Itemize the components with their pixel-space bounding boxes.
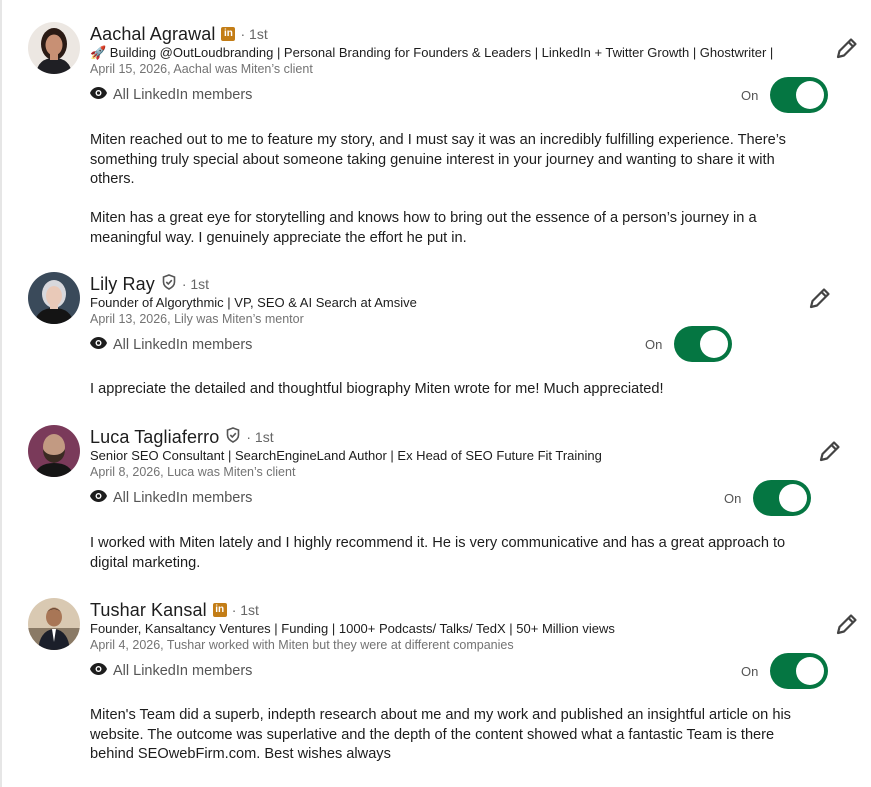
- connection-degree: · 1st: [231, 602, 259, 618]
- connection-degree: · 1st: [246, 429, 274, 445]
- recommendation-meta: April 15, 2026, Aachal was Miten’s clien…: [90, 62, 313, 76]
- recommendation-text: I worked with Miten lately and I highly …: [90, 534, 810, 573]
- recommendation-item: Luca Tagliaferro · 1st Senior SEO Consul…: [0, 410, 871, 585]
- recommendation-paragraph: Miten's Team did a superb, indepth resea…: [90, 707, 791, 762]
- pencil-icon[interactable]: [834, 611, 860, 637]
- toggle-label: On: [741, 87, 759, 103]
- recommendation-meta: April 8, 2026, Luca was Miten’s client: [90, 465, 296, 479]
- recommender-name[interactable]: Aachal Agrawal: [90, 24, 215, 45]
- recommendation-meta: April 13, 2026, Lily was Miten’s mentor: [90, 312, 304, 326]
- eye-icon: [90, 663, 107, 679]
- recommendation-item: Aachal Agrawal in · 1st 🚀 Building @OutL…: [0, 0, 871, 260]
- visibility-setting: All LinkedIn members: [90, 663, 252, 679]
- visibility-setting: All LinkedIn members: [90, 490, 252, 506]
- toggle-label: On: [741, 663, 759, 679]
- visibility-toggle: On: [645, 326, 733, 362]
- pencil-icon[interactable]: [807, 285, 833, 311]
- recommender-name[interactable]: Tushar Kansal: [90, 600, 207, 621]
- linkedin-premium-icon: in: [221, 27, 236, 41]
- visibility-toggle: On: [724, 480, 812, 516]
- recommendation-paragraph: Miten has a great eye for storytelling a…: [90, 210, 757, 246]
- recommendation-paragraph: I worked with Miten lately and I highly …: [90, 535, 786, 571]
- visibility-switch[interactable]: [674, 326, 733, 362]
- verified-icon: [161, 273, 177, 295]
- pencil-icon[interactable]: [834, 35, 860, 61]
- visibility-setting: All LinkedIn members: [90, 337, 252, 353]
- switch-knob: [796, 657, 825, 685]
- recommendation-text: Miten's Team did a superb, indepth resea…: [90, 706, 810, 765]
- name-row: Luca Tagliaferro · 1st: [90, 425, 274, 449]
- toggle-label: On: [645, 336, 663, 352]
- visibility-label: All LinkedIn members: [113, 663, 253, 679]
- recommender-headline: 🚀 Building @OutLoudbranding | Personal B…: [90, 45, 774, 60]
- switch-knob: [779, 484, 808, 512]
- pencil-icon[interactable]: [817, 438, 843, 464]
- switch-knob: [700, 330, 729, 358]
- verified-icon: [225, 426, 241, 448]
- visibility-label: All LinkedIn members: [113, 87, 253, 103]
- visibility-switch[interactable]: [753, 480, 812, 516]
- eye-icon: [90, 87, 107, 103]
- name-row: Lily Ray · 1st: [90, 272, 209, 296]
- name-row: Tushar Kansal in · 1st: [90, 598, 259, 622]
- recommender-headline: Founder of Algorythmic | VP, SEO & AI Se…: [90, 295, 417, 310]
- avatar[interactable]: [28, 598, 80, 650]
- visibility-label: All LinkedIn members: [113, 490, 253, 506]
- avatar[interactable]: [28, 425, 80, 477]
- recommender-name[interactable]: Lily Ray: [90, 274, 155, 295]
- recommendation-paragraph: Miten reached out to me to feature my st…: [90, 132, 786, 187]
- recommendation-item: Tushar Kansal in · 1st Founder, Kansalta…: [0, 585, 871, 787]
- avatar[interactable]: [28, 272, 80, 324]
- recommendation-text: Miten reached out to me to feature my st…: [90, 131, 810, 248]
- avatar[interactable]: [28, 22, 80, 74]
- recommendation-item: Lily Ray · 1st Founder of Algorythmic | …: [0, 260, 871, 410]
- name-row: Aachal Agrawal in · 1st: [90, 22, 268, 46]
- toggle-label: On: [724, 490, 742, 506]
- connection-degree: · 1st: [240, 26, 268, 42]
- eye-icon: [90, 337, 107, 353]
- visibility-label: All LinkedIn members: [113, 337, 253, 353]
- visibility-toggle: On: [741, 77, 829, 113]
- recommender-name[interactable]: Luca Tagliaferro: [90, 427, 219, 448]
- switch-knob: [796, 81, 825, 109]
- linkedin-premium-icon: in: [212, 603, 227, 617]
- visibility-setting: All LinkedIn members: [90, 87, 252, 103]
- visibility-switch[interactable]: [770, 77, 829, 113]
- eye-icon: [90, 490, 107, 506]
- recommendation-text: I appreciate the detailed and thoughtful…: [90, 380, 810, 400]
- connection-degree: · 1st: [181, 276, 210, 292]
- recommender-headline: Founder, Kansaltancy Ventures | Funding …: [90, 621, 615, 636]
- recommendation-paragraph: I appreciate the detailed and thoughtful…: [90, 381, 664, 397]
- visibility-switch[interactable]: [770, 653, 829, 689]
- recommender-headline: Senior SEO Consultant | SearchEngineLand…: [90, 448, 602, 463]
- recommendation-meta: April 4, 2026, Tushar worked with Miten …: [90, 638, 514, 652]
- visibility-toggle: On: [741, 653, 829, 689]
